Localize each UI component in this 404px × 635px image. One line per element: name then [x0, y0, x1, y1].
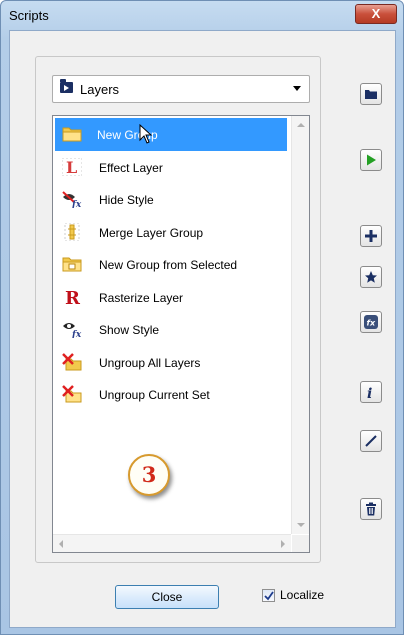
info-button[interactable]: i — [360, 381, 382, 403]
window-title: Scripts — [9, 8, 49, 23]
favorite-button[interactable] — [360, 266, 382, 288]
script-item-ungroup-all-layers[interactable]: Ungroup All Layers — [55, 346, 287, 379]
script-item-label: Hide Style — [99, 193, 154, 207]
mouse-cursor-icon — [139, 124, 153, 144]
script-item-new-group-from-selected[interactable]: New Group from Selected — [55, 248, 287, 281]
ungroup-all-icon — [62, 352, 82, 370]
scroll-left-icon[interactable] — [59, 540, 63, 548]
horizontal-scrollbar[interactable] — [53, 534, 291, 552]
category-dropdown[interactable]: Layers — [52, 75, 310, 103]
title-bar[interactable]: Scripts X — [1, 1, 403, 29]
localize-checkbox[interactable] — [262, 589, 275, 602]
localize-label[interactable]: Localize — [280, 588, 324, 602]
trash-icon — [366, 502, 376, 516]
folder-icon — [365, 90, 377, 99]
script-item-hide-style[interactable]: fx Hide Style — [55, 183, 287, 216]
script-item-ungroup-current-set[interactable]: Ungroup Current Set — [55, 378, 287, 411]
script-item-merge-layer-group[interactable]: Merge Layer Group — [55, 216, 287, 249]
script-item-label: Ungroup Current Set — [99, 388, 210, 402]
script-item-new-group[interactable]: New Group — [55, 118, 287, 151]
scrollbar-corner — [292, 535, 309, 552]
script-item-label: Effect Layer — [99, 160, 163, 175]
script-item-label: New Group from Selected — [99, 258, 238, 272]
category-selected-label: Layers — [80, 82, 120, 97]
script-list: New Group L Effect Layer fx Hide Style M… — [55, 118, 287, 411]
show-style-eye-fx-icon: fx — [63, 323, 82, 338]
checkmark-icon — [264, 591, 274, 601]
run-script-button[interactable] — [360, 149, 382, 171]
svg-text:fx: fx — [367, 319, 376, 328]
script-item-rasterize-layer[interactable]: R Rasterize Layer — [55, 281, 287, 314]
scripts-group-box: Layers New Group L Effect Layer fx Hide … — [35, 56, 321, 563]
ungroup-current-icon — [62, 385, 82, 403]
script-item-label: Rasterize Layer — [99, 290, 184, 305]
svg-text:fx: fx — [71, 330, 82, 338]
scroll-right-icon[interactable] — [281, 540, 285, 548]
plus-icon — [365, 230, 377, 242]
dialog-body: Layers New Group L Effect Layer fx Hide … — [9, 30, 396, 628]
pencil-icon — [365, 435, 377, 447]
delete-button[interactable] — [360, 498, 382, 520]
script-item-effect-layer[interactable]: L Effect Layer — [55, 151, 287, 184]
hide-style-fx-icon: fx — [62, 191, 82, 208]
effect-layer-icon: L — [62, 157, 82, 176]
play-icon — [367, 154, 376, 166]
folder-from-selected-icon — [62, 257, 82, 272]
info-icon: i — [367, 386, 372, 399]
window-close-button[interactable]: X — [355, 4, 397, 24]
svg-text:L: L — [66, 158, 77, 176]
svg-text:R: R — [65, 288, 81, 306]
callout-number-badge: 3 — [128, 454, 170, 496]
folder-icon — [62, 127, 82, 142]
close-button[interactable]: Close — [115, 585, 219, 609]
chevron-down-icon — [293, 86, 301, 91]
script-item-label: Show Style — [99, 323, 160, 337]
fx-button[interactable]: fx — [360, 311, 382, 333]
add-script-button[interactable] — [360, 225, 382, 247]
folder-script-icon — [60, 79, 73, 93]
merge-layer-group-icon — [64, 222, 80, 241]
script-item-label: Ungroup All Layers — [99, 355, 201, 370]
script-listbox[interactable]: New Group L Effect Layer fx Hide Style M… — [52, 115, 310, 553]
vertical-scrollbar[interactable] — [291, 116, 309, 534]
svg-text:i: i — [367, 386, 372, 399]
fx-icon: fx — [364, 315, 378, 329]
scroll-down-icon[interactable] — [297, 523, 305, 527]
script-item-show-style[interactable]: fx Show Style — [55, 313, 287, 346]
scripts-dialog: Scripts X Layers New Group L Effect Laye… — [0, 0, 404, 635]
rasterize-r-icon: R — [65, 288, 81, 306]
open-folder-button[interactable] — [360, 83, 382, 105]
star-icon — [365, 271, 377, 283]
script-item-label: Merge Layer Group — [99, 225, 204, 240]
svg-text:fx: fx — [71, 200, 82, 208]
edit-button[interactable] — [360, 430, 382, 452]
scroll-up-icon[interactable] — [297, 123, 305, 127]
